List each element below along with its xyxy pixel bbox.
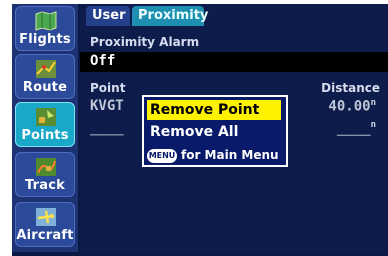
sidebar-item-aircraft[interactable]: Aircraft (15, 202, 75, 247)
column-header-distance: Distance (321, 81, 380, 95)
sidebar-item-label: Aircraft (16, 228, 74, 243)
tab-user[interactable]: User (86, 6, 130, 26)
distance-unit: n (370, 98, 376, 108)
point-row-1-name[interactable]: KVGT (90, 98, 124, 114)
column-header-point: Point (90, 81, 126, 95)
menu-key-icon: MENU (147, 148, 177, 163)
route-icon (36, 60, 56, 78)
point-row-2-name[interactable]: ____ (90, 120, 124, 136)
tab-proximity[interactable]: Proximity (132, 6, 208, 26)
sidebar-item-track[interactable]: Track (15, 152, 75, 197)
distance-value: ____ (336, 120, 371, 137)
track-icon (36, 158, 56, 176)
proximity-alarm-label: Proximity Alarm (90, 35, 200, 49)
sidebar-item-flights[interactable]: Flights (15, 6, 75, 51)
distance-value: 40.00 (328, 98, 371, 115)
sidebar-item-points[interactable]: Points (15, 102, 75, 147)
device-screen: Flights Route Points Track Aircraft User… (12, 4, 388, 256)
sidebar: Flights Route Points Track Aircraft (12, 4, 78, 252)
sidebar-item-label: Route (22, 80, 68, 95)
point-row-1-distance: 40.00n (328, 98, 376, 115)
aircraft-icon (36, 208, 56, 226)
tab-bar: User Proximity (80, 4, 388, 26)
distance-unit: n (370, 120, 376, 130)
sidebar-item-label: Points (21, 128, 69, 143)
proximity-alarm-value: Off (90, 53, 116, 69)
sidebar-item-label: Track (25, 178, 65, 193)
main-menu-hint-text: for Main Menu (181, 148, 279, 162)
flights-icon (35, 11, 57, 31)
menu-item-remove-point[interactable]: Remove Point (147, 100, 281, 120)
sidebar-item-route[interactable]: Route (15, 54, 75, 99)
proximity-alarm-field[interactable]: Off (80, 52, 388, 72)
main-menu-hint: MENU for Main Menu (147, 146, 279, 164)
sidebar-item-label: Flights (19, 32, 71, 47)
options-menu: Remove Point Remove All MENU for Main Men… (142, 95, 288, 167)
menu-item-remove-all[interactable]: Remove All (147, 122, 281, 142)
points-icon (36, 108, 56, 126)
point-row-2-distance: ____n (337, 120, 376, 137)
